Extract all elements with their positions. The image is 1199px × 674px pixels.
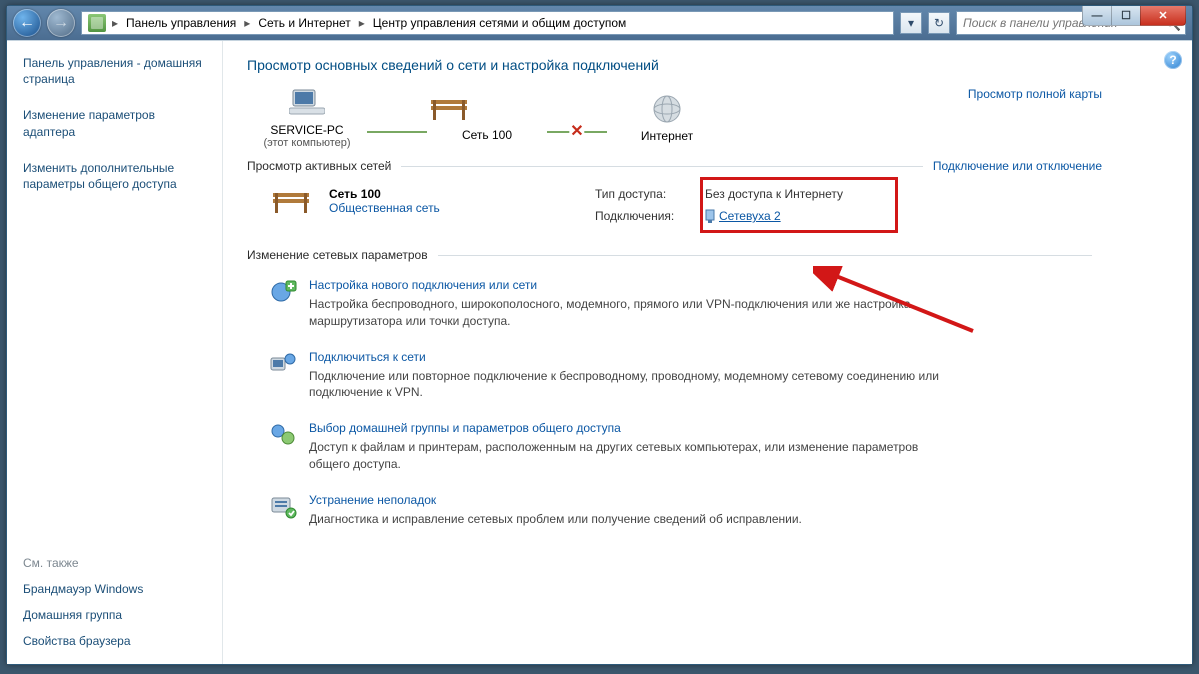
main-pane: ? Просмотр основных сведений о сети и на… bbox=[223, 41, 1192, 664]
content: Панель управления - домашняя страница Из… bbox=[7, 40, 1192, 664]
new-connection-desc: Настройка беспроводного, широкополосного… bbox=[309, 296, 939, 330]
change-settings-label: Изменение сетевых параметров bbox=[247, 248, 428, 262]
active-networks-header: Просмотр активных сетей Подключение или … bbox=[247, 159, 1162, 173]
close-button[interactable]: ✕ bbox=[1140, 6, 1186, 26]
map-connection-1 bbox=[367, 131, 427, 133]
homegroup-icon bbox=[269, 421, 297, 449]
homegroup-desc: Доступ к файлам и принтерам, расположенн… bbox=[309, 439, 939, 473]
connect-network-icon bbox=[269, 350, 297, 378]
help-button[interactable]: ? bbox=[1164, 51, 1182, 69]
maximize-button[interactable]: ☐ bbox=[1111, 6, 1141, 26]
homegroup-link[interactable]: Выбор домашней группы и параметров общег… bbox=[309, 421, 621, 435]
map-node-network: Сеть 100 bbox=[427, 94, 547, 142]
item-troubleshoot: Устранение неполадок Диагностика и испра… bbox=[247, 483, 1162, 538]
bench-icon bbox=[427, 94, 471, 124]
control-panel-icon bbox=[88, 14, 106, 32]
change-list: Настройка нового подключения или сети На… bbox=[247, 268, 1162, 538]
network-map: SERVICE-PC (этот компьютер) bbox=[247, 87, 1162, 149]
map-node-internet: Интернет bbox=[607, 93, 727, 143]
sidebar-advanced-sharing[interactable]: Изменить дополнительные параметры общего… bbox=[23, 160, 208, 192]
refresh-icon: ↻ bbox=[934, 16, 944, 30]
item-homegroup: Выбор домашней группы и параметров общег… bbox=[247, 411, 1162, 483]
adapter-name: Сетевуха 2 bbox=[719, 209, 781, 223]
network-location-link[interactable]: Общественная сеть bbox=[329, 201, 440, 215]
sidebar-firewall[interactable]: Брандмауэр Windows bbox=[23, 582, 208, 596]
window-frame: — ☐ ✕ ← → ▸ Панель управления ▸ Сеть и И… bbox=[6, 5, 1193, 665]
change-settings-header: Изменение сетевых параметров bbox=[247, 248, 1162, 262]
map-pc-sublabel: (этот компьютер) bbox=[247, 137, 367, 149]
connect-disconnect-link[interactable]: Подключение или отключение bbox=[933, 159, 1162, 173]
minimize-button[interactable]: — bbox=[1082, 6, 1112, 26]
troubleshoot-icon bbox=[269, 493, 297, 521]
refresh-button[interactable]: ↻ bbox=[928, 12, 950, 34]
sidebar: Панель управления - домашняя страница Из… bbox=[7, 41, 223, 664]
item-new-connection: Настройка нового подключения или сети На… bbox=[247, 268, 1162, 340]
computer-icon bbox=[247, 87, 367, 119]
page-title: Просмотр основных сведений о сети и наст… bbox=[247, 57, 1162, 73]
breadcrumb-seg-control-panel[interactable]: Панель управления bbox=[120, 16, 242, 30]
connect-network-link[interactable]: Подключиться к сети bbox=[309, 350, 426, 364]
history-dropdown-button[interactable]: ▾ bbox=[900, 12, 922, 34]
breadcrumb-seg-network-internet[interactable]: Сеть и Интернет bbox=[252, 16, 356, 30]
map-node-pc: SERVICE-PC (этот компьютер) bbox=[247, 87, 367, 149]
see-also-label: См. также bbox=[23, 556, 208, 570]
sidebar-adapter-settings[interactable]: Изменение параметров адаптера bbox=[23, 107, 208, 139]
connect-network-desc: Подключение или повторное подключение к … bbox=[309, 368, 939, 402]
sidebar-browser-properties[interactable]: Свойства браузера bbox=[23, 634, 208, 648]
access-type-label: Тип доступа: bbox=[595, 187, 705, 201]
active-networks-label: Просмотр активных сетей bbox=[247, 159, 391, 173]
breadcrumb-seg-network-center[interactable]: Центр управления сетями и общим доступом bbox=[367, 16, 633, 30]
item-connect-network: Подключиться к сети Подключение или повт… bbox=[247, 340, 1162, 412]
sidebar-homegroup[interactable]: Домашняя группа bbox=[23, 608, 208, 622]
troubleshoot-link[interactable]: Устранение неполадок bbox=[309, 493, 436, 507]
troubleshoot-desc: Диагностика и исправление сетевых пробле… bbox=[309, 511, 802, 528]
back-button[interactable]: ← bbox=[13, 9, 41, 37]
forward-button[interactable]: → bbox=[47, 9, 75, 37]
access-type-value: Без доступа к Интернету bbox=[705, 187, 905, 201]
chevron-right-icon[interactable]: ▸ bbox=[242, 16, 252, 30]
chevron-right-icon[interactable]: ▸ bbox=[357, 16, 367, 30]
map-network-label: Сеть 100 bbox=[427, 128, 547, 142]
chevron-right-icon[interactable]: ▸ bbox=[110, 16, 120, 30]
chevron-down-icon: ▾ bbox=[908, 16, 914, 30]
window-buttons: — ☐ ✕ bbox=[1082, 6, 1186, 26]
sidebar-home-link[interactable]: Панель управления - домашняя страница bbox=[23, 55, 208, 87]
bench-icon bbox=[269, 187, 313, 217]
new-connection-icon bbox=[269, 278, 297, 306]
ethernet-icon bbox=[705, 209, 715, 223]
view-full-map-link[interactable]: Просмотр полной карты bbox=[968, 87, 1162, 101]
breadcrumb[interactable]: ▸ Панель управления ▸ Сеть и Интернет ▸ … bbox=[81, 11, 894, 35]
adapter-link[interactable]: Сетевуха 2 bbox=[705, 209, 781, 223]
map-connection-2-broken bbox=[547, 131, 607, 133]
toolbar: ← → ▸ Панель управления ▸ Сеть и Интерне… bbox=[7, 6, 1192, 40]
active-network-row: Сеть 100 Общественная сеть Тип доступа: … bbox=[269, 187, 1162, 226]
map-pc-label: SERVICE-PC bbox=[247, 123, 367, 137]
globe-icon bbox=[607, 93, 727, 125]
map-internet-label: Интернет bbox=[607, 129, 727, 143]
connections-label: Подключения: bbox=[595, 209, 705, 226]
new-connection-link[interactable]: Настройка нового подключения или сети bbox=[309, 278, 537, 292]
active-network-name: Сеть 100 bbox=[329, 187, 579, 201]
